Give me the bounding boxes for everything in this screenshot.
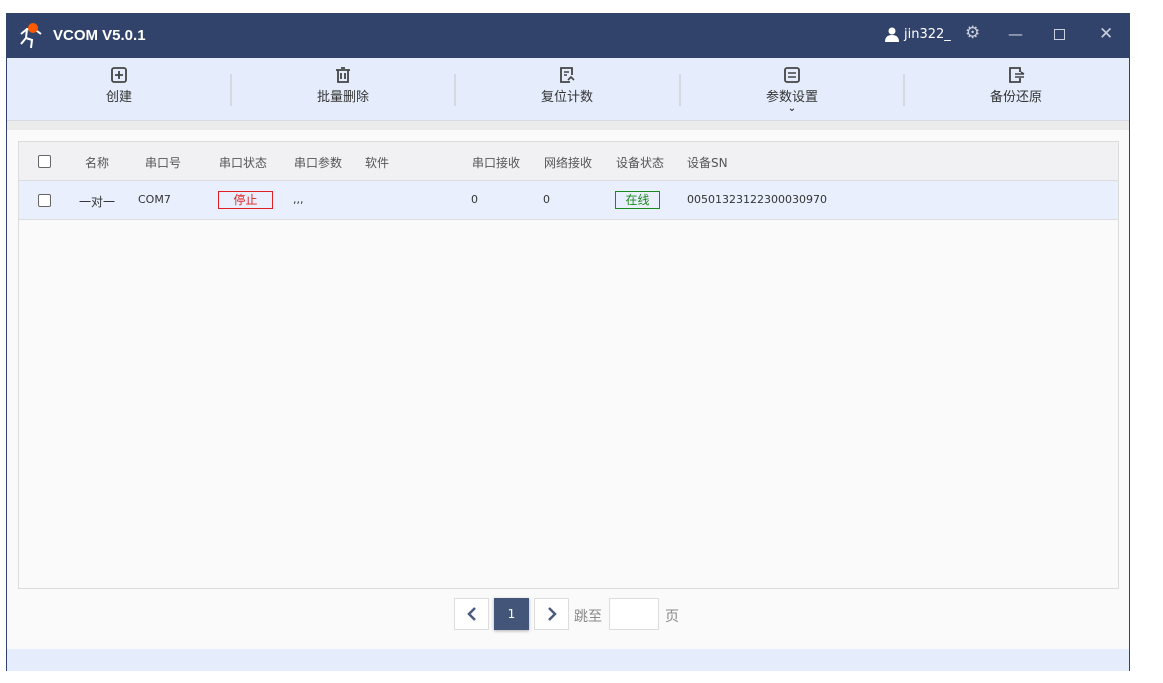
backup-restore-label: 备份还原 bbox=[989, 90, 1042, 105]
maximize-button[interactable] bbox=[1054, 29, 1065, 40]
reset-count-button[interactable]: 复位计数 bbox=[455, 58, 679, 121]
batch-delete-button[interactable]: 批量删除 bbox=[231, 58, 455, 121]
cell-sn: 00501323122300030970 bbox=[687, 193, 827, 206]
col-port-status: 串口状态 bbox=[219, 156, 268, 170]
username: jin322_ bbox=[904, 27, 951, 42]
settings-gear-icon[interactable]: ⚙ bbox=[965, 23, 980, 43]
col-device-status: 设备状态 bbox=[616, 156, 665, 170]
reset-count-label: 复位计数 bbox=[540, 90, 593, 105]
cell-net-rx: 0 bbox=[543, 193, 550, 206]
chevron-left-icon bbox=[466, 607, 476, 621]
chevron-down-icon[interactable]: ⌄ bbox=[680, 104, 904, 114]
app-window: VCOM V5.0.1 jin322_ ⚙ — ✕ 创建 批量删除 复位计数 参… bbox=[6, 13, 1130, 671]
backup-icon bbox=[1009, 67, 1025, 83]
device-table: 名称 串口号 串口状态 串口参数 软件 串口接收 网络接收 设备状态 设备SN … bbox=[18, 141, 1119, 589]
cell-name: 一对一 bbox=[79, 195, 116, 209]
prev-page-button[interactable] bbox=[454, 598, 489, 630]
col-serial-rx: 串口接收 bbox=[472, 156, 521, 170]
app-logo-icon bbox=[20, 23, 42, 49]
trash-icon bbox=[336, 67, 350, 83]
backup-restore-button[interactable]: 备份还原 bbox=[904, 58, 1128, 121]
col-software: 软件 bbox=[365, 156, 390, 170]
col-params: 串口参数 bbox=[294, 156, 343, 170]
port-status-badge: 停止 bbox=[218, 191, 273, 209]
sliders-icon bbox=[784, 67, 800, 83]
param-settings-button[interactable]: 参数设置 ⌄ bbox=[680, 58, 904, 121]
create-button[interactable]: 创建 bbox=[7, 58, 231, 121]
col-port: 串口号 bbox=[145, 156, 182, 170]
cell-port: COM7 bbox=[138, 193, 171, 206]
create-label: 创建 bbox=[105, 90, 132, 105]
row-checkbox[interactable] bbox=[38, 194, 51, 207]
chevron-right-icon bbox=[547, 607, 557, 621]
plus-square-icon bbox=[111, 67, 127, 83]
select-all-checkbox[interactable] bbox=[38, 155, 51, 168]
close-button[interactable]: ✕ bbox=[1099, 24, 1113, 44]
col-net-rx: 网络接收 bbox=[544, 156, 593, 170]
status-footer bbox=[7, 649, 1129, 671]
page-1-button[interactable]: 1 bbox=[494, 598, 529, 630]
app-title: VCOM V5.0.1 bbox=[53, 27, 146, 44]
goto-label: 跳至 bbox=[574, 609, 602, 625]
cell-params: ,,, bbox=[293, 193, 304, 206]
col-name: 名称 bbox=[85, 156, 110, 170]
minimize-button[interactable]: — bbox=[1008, 25, 1023, 43]
toolbar: 创建 批量删除 复位计数 参数设置 ⌄ 备份还原 bbox=[7, 58, 1129, 121]
goto-page-input[interactable] bbox=[609, 598, 659, 630]
page-suffix: 页 bbox=[665, 609, 679, 625]
next-page-button[interactable] bbox=[534, 598, 569, 630]
table-row[interactable]: 一对一 COM7 停止 ,,, 0 0 在线 00501323122300030… bbox=[19, 181, 1118, 220]
divider-strip bbox=[7, 121, 1129, 130]
device-status-badge: 在线 bbox=[615, 191, 660, 209]
cell-serial-rx: 0 bbox=[471, 193, 478, 206]
title-bar: VCOM V5.0.1 jin322_ ⚙ — ✕ bbox=[7, 13, 1129, 58]
col-sn: 设备SN bbox=[687, 156, 728, 170]
table-header: 名称 串口号 串口状态 串口参数 软件 串口接收 网络接收 设备状态 设备SN bbox=[19, 142, 1118, 181]
user-icon bbox=[885, 27, 899, 42]
batch-delete-label: 批量删除 bbox=[316, 90, 369, 105]
user-menu[interactable]: jin322_ bbox=[885, 27, 951, 42]
reset-icon bbox=[560, 67, 575, 83]
